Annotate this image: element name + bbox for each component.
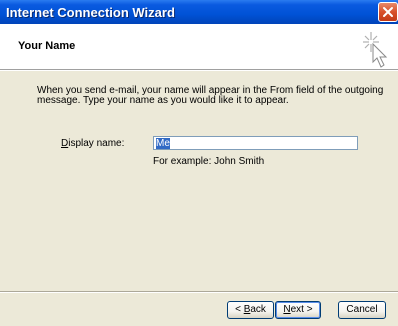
wizard-header: Your Name bbox=[0, 24, 398, 70]
display-name-label: Display name: bbox=[61, 138, 125, 149]
intro-text: When you send e-mail, your name will app… bbox=[37, 85, 384, 106]
close-button[interactable] bbox=[378, 2, 398, 22]
bottom-divider-highlight bbox=[0, 292, 398, 293]
next-button[interactable]: Next > bbox=[275, 301, 321, 319]
page-title: Your Name bbox=[18, 40, 76, 52]
wizard-content: When you send e-mail, your name will app… bbox=[0, 71, 398, 291]
wizard-window: Internet Connection Wizard Your Name Whe… bbox=[0, 0, 398, 326]
wizard-cursor-icon bbox=[363, 32, 388, 68]
example-text: For example: John Smith bbox=[153, 156, 265, 167]
window-title: Internet Connection Wizard bbox=[6, 5, 175, 20]
close-icon bbox=[383, 7, 393, 17]
display-name-value: Me bbox=[156, 138, 170, 149]
title-bar[interactable]: Internet Connection Wizard bbox=[0, 0, 398, 24]
back-button[interactable]: < Back bbox=[227, 301, 274, 319]
cancel-button[interactable]: Cancel bbox=[338, 301, 386, 319]
display-name-input[interactable]: Me bbox=[153, 136, 358, 150]
